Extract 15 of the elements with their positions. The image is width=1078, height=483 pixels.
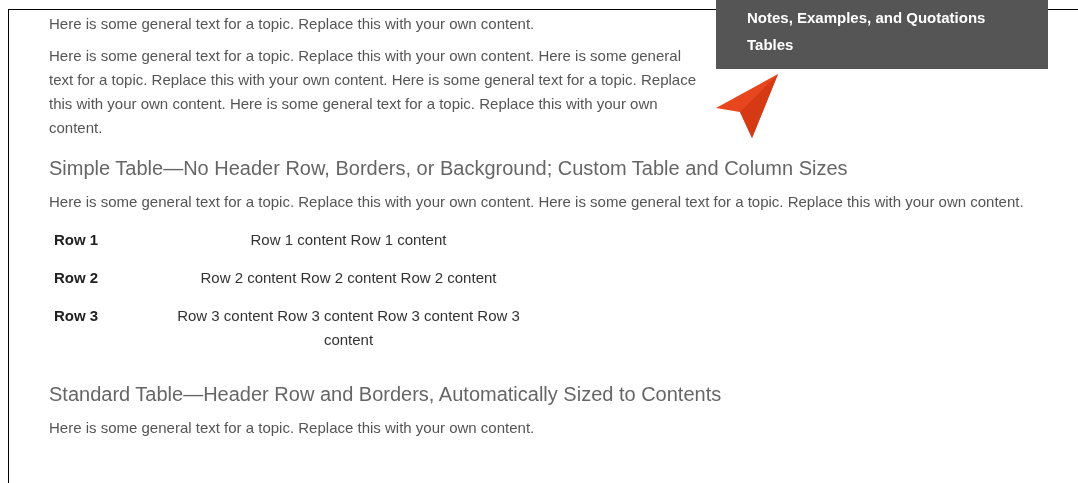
body-paragraph: Here is some general text for a topic. Replace this with your own content. Here is some general text for a topic. Replace this with your own content. Here is some general text for a topic. Replace this with your own content. Here is some general text for a topic. Replace this with your own content.	[49, 46, 697, 138]
table-cell-text: Row 1 content Row 1 content	[249, 230, 448, 250]
table-cell-text: Row 2 content Row 2 content Row 2 content	[199, 268, 498, 288]
section-heading: Standard Table—Header Row and Borders, Automatically Sized to Contents	[49, 382, 723, 407]
body-paragraph: Here is some general text for a topic. Replace this with your own content. Here is some general text for a topic. Replace this with your own content.	[49, 192, 1025, 212]
section-heading: Simple Table—No Header Row, Borders, or Background; Custom Table and Column Sizes	[49, 156, 849, 181]
table-cell-text: Row 3 content Row 3 content Row 3 content Row 3 content	[176, 306, 521, 350]
body-paragraph: Here is some general text for a topic. Replace this with your own content.	[49, 418, 536, 438]
pointer-arrow-icon	[716, 74, 778, 138]
row-label: Row 2	[53, 268, 100, 288]
menu-item[interactable]: Tables	[747, 31, 1048, 58]
menu-item[interactable]: Notes, Examples, and Quotations	[747, 4, 1048, 31]
row-label: Row 3	[53, 306, 100, 326]
row-label: Row 1	[53, 230, 100, 250]
body-paragraph: Here is some general text for a topic. Replace this with your own content.	[49, 14, 536, 34]
